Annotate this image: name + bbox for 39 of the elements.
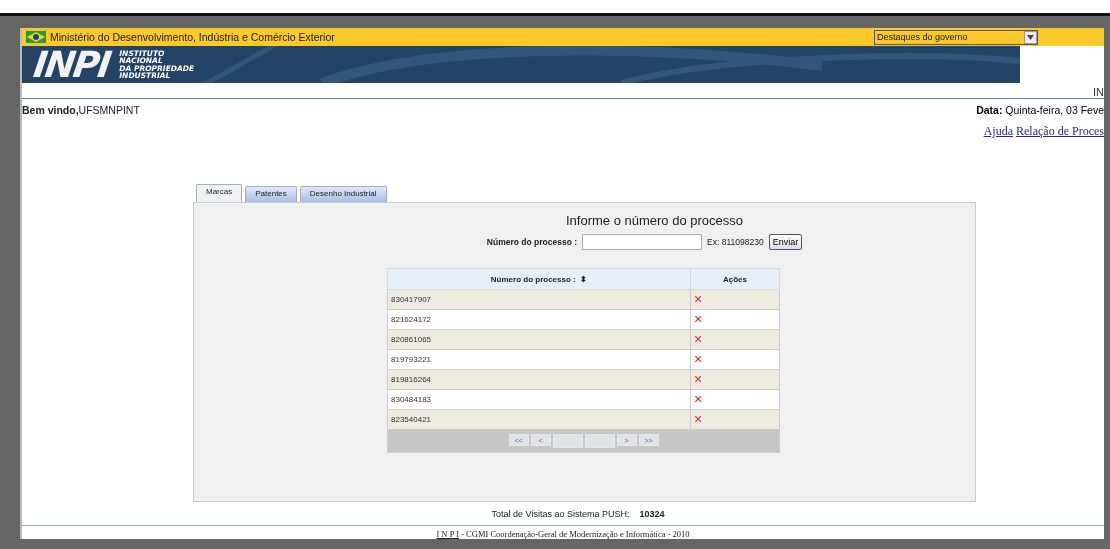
flag-icon <box>26 31 46 43</box>
tab[interactable]: Desenho Industrial <box>299 186 387 202</box>
delete-icon[interactable]: × <box>694 370 703 387</box>
delete-icon[interactable]: × <box>694 410 703 427</box>
column-header[interactable]: Número do processo : ⬍ <box>387 268 691 290</box>
ministry-title: Ministério do Desenvolvimento, Indústria e Comércio Exterior <box>50 31 336 43</box>
delete-icon[interactable]: × <box>694 310 703 327</box>
welcome-text: Bem vindo,UFSMNPINT <box>22 103 140 118</box>
cut-text: IN <box>1093 86 1104 98</box>
table-cell: 823540421 <box>387 409 691 430</box>
table-cell: 830484183 <box>387 389 691 410</box>
column-header: Ações <box>690 268 780 290</box>
highlights-select[interactable]: Destaques do governo <box>874 29 1038 45</box>
table-cell: 820861065 <box>387 329 691 350</box>
inpi-link[interactable]: I N P I <box>436 529 459 539</box>
form-title: Informe o número do processo <box>565 213 743 228</box>
table-cell: 819793221 <box>387 349 691 370</box>
footer-text: I N P I - CGMI Coordenação-Geral de Modernização e Informática - 2010 <box>436 529 690 539</box>
visits-label: Total de Visitas ao Sistema PUSH: <box>491 508 630 519</box>
delete-icon[interactable]: × <box>694 390 703 407</box>
nav-link[interactable]: Relação de Proces <box>1016 124 1104 139</box>
delete-icon[interactable]: × <box>694 290 703 307</box>
visits-count: 10324 <box>639 508 665 519</box>
delete-icon[interactable]: × <box>694 350 703 367</box>
inpi-logo: INPI <box>31 46 113 83</box>
process-number-field[interactable] <box>582 234 703 250</box>
table-cell: 830417907 <box>387 289 691 310</box>
sort-icon[interactable]: ⬍ <box>580 274 588 284</box>
submit-button[interactable]: Enviar <box>768 234 803 250</box>
dropdown-arrow-icon <box>1027 34 1034 40</box>
tab[interactable]: Patentes <box>245 186 297 202</box>
example-text: Ex: 811098230 <box>707 237 764 247</box>
nav-link[interactable]: Ajuda <box>983 124 1014 139</box>
field-label: Número do processo : <box>486 237 578 247</box>
table-cell: 821624172 <box>387 309 691 330</box>
tab[interactable]: Marcas <box>196 184 243 202</box>
date-text: Data: Quinta-feira, 03 Feve <box>976 104 1104 116</box>
delete-icon[interactable]: × <box>694 330 703 347</box>
table-cell: 819816264 <box>387 369 691 390</box>
